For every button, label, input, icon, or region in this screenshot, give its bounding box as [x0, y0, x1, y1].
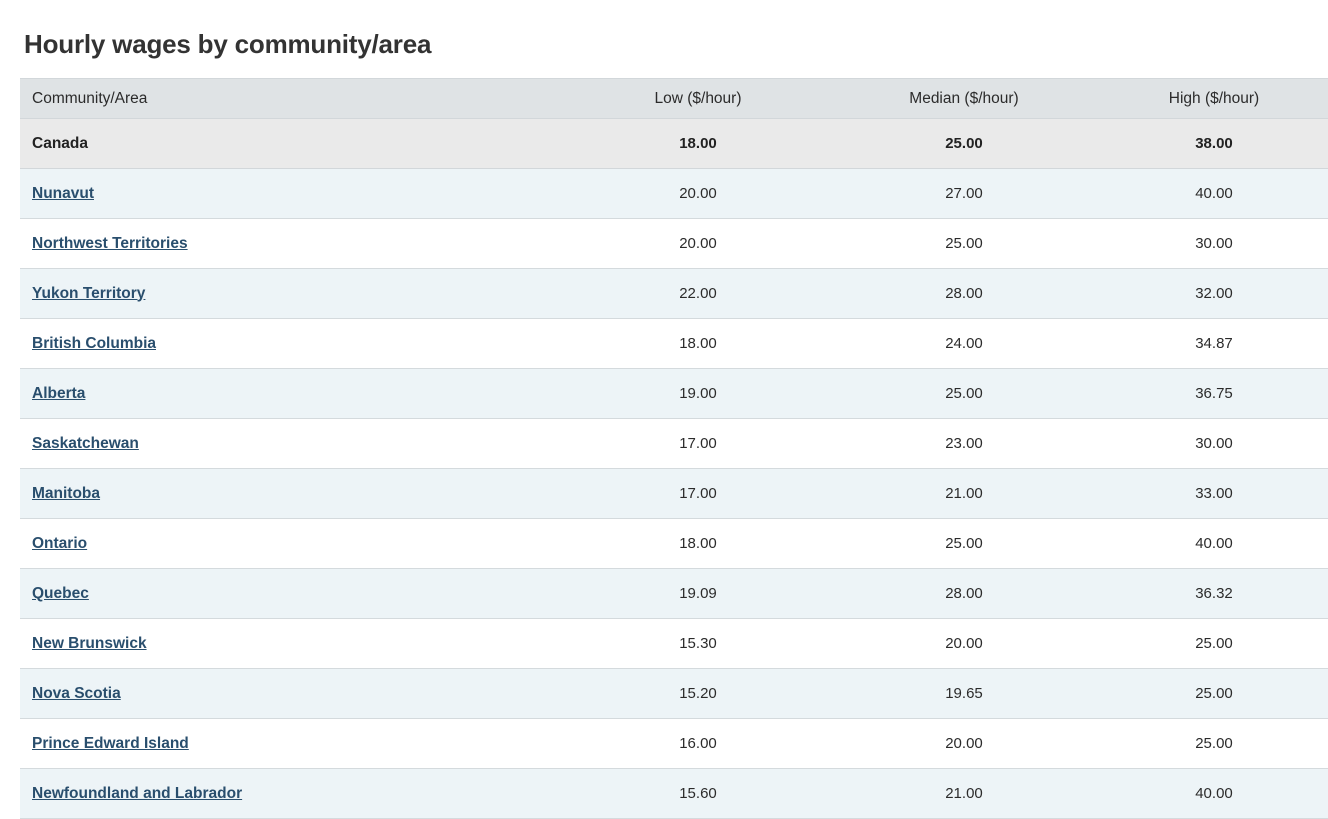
community-area-link[interactable]: Ontario: [32, 535, 87, 552]
table-row: Canada 18.00 25.00 38.00: [20, 118, 1328, 169]
community-area-link[interactable]: Manitoba: [32, 485, 100, 502]
cell-median-wage: 21.00: [828, 768, 1100, 819]
community-area-link[interactable]: Saskatchewan: [32, 435, 139, 452]
cell-community-area: Nova Scotia: [20, 668, 568, 719]
cell-low-wage: 19.00: [568, 368, 828, 419]
table-row: Northwest Territories 20.00 25.00 30.00: [20, 218, 1328, 269]
cell-high-wage: 40.00: [1100, 518, 1328, 569]
cell-median-wage: 25.00: [828, 118, 1100, 169]
cell-median-wage: 20.00: [828, 718, 1100, 769]
cell-low-wage: 20.00: [568, 168, 828, 219]
cell-low-wage: 17.00: [568, 468, 828, 519]
table-row: British Columbia 18.00 24.00 34.87: [20, 318, 1328, 369]
cell-community-area: Alberta: [20, 368, 568, 419]
cell-low-wage: 16.00: [568, 718, 828, 769]
cell-high-wage: 30.00: [1100, 418, 1328, 469]
table-row: Yukon Territory 22.00 28.00 32.00: [20, 268, 1328, 319]
community-area-link[interactable]: British Columbia: [32, 335, 156, 352]
cell-community-area: British Columbia: [20, 318, 568, 369]
cell-high-wage: 25.00: [1100, 718, 1328, 769]
community-area-link[interactable]: Quebec: [32, 585, 89, 602]
community-area-link[interactable]: Alberta: [32, 385, 85, 402]
column-header-low: Low ($/hour): [568, 78, 828, 119]
table-row: Newfoundland and Labrador 15.60 21.00 40.00: [20, 768, 1328, 819]
table-row: Saskatchewan 17.00 23.00 30.00: [20, 418, 1328, 469]
table-header-row: Community/Area Low ($/hour) Median ($/ho…: [20, 78, 1328, 119]
community-area-link[interactable]: Nunavut: [32, 185, 94, 202]
cell-community-area: Nunavut: [20, 168, 568, 219]
cell-community-area: Northwest Territories: [20, 218, 568, 269]
cell-high-wage: 32.00: [1100, 268, 1328, 319]
cell-high-wage: 30.00: [1100, 218, 1328, 269]
cell-high-wage: 34.87: [1100, 318, 1328, 369]
cell-community-area: New Brunswick: [20, 618, 568, 669]
cell-community-area: Quebec: [20, 568, 568, 619]
cell-median-wage: 25.00: [828, 368, 1100, 419]
table-row: Ontario 18.00 25.00 40.00: [20, 518, 1328, 569]
cell-low-wage: 19.09: [568, 568, 828, 619]
cell-median-wage: 28.00: [828, 268, 1100, 319]
cell-low-wage: 20.00: [568, 218, 828, 269]
table-row: Nunavut 20.00 27.00 40.00: [20, 168, 1328, 219]
cell-low-wage: 17.00: [568, 418, 828, 469]
cell-community-area: Canada: [20, 118, 568, 169]
cell-high-wage: 25.00: [1100, 618, 1328, 669]
cell-median-wage: 27.00: [828, 168, 1100, 219]
table-row: Quebec 19.09 28.00 36.32: [20, 568, 1328, 619]
cell-median-wage: 20.00: [828, 618, 1100, 669]
cell-community-area: Prince Edward Island: [20, 718, 568, 769]
community-area-link[interactable]: New Brunswick: [32, 635, 147, 652]
cell-median-wage: 21.00: [828, 468, 1100, 519]
column-header-high: High ($/hour): [1100, 78, 1328, 119]
community-area-link[interactable]: Nova Scotia: [32, 685, 121, 702]
cell-median-wage: 23.00: [828, 418, 1100, 469]
table-header: Community/Area Low ($/hour) Median ($/ho…: [20, 78, 1328, 119]
cell-community-area: Saskatchewan: [20, 418, 568, 469]
community-area-link[interactable]: Yukon Territory: [32, 285, 145, 302]
cell-high-wage: 33.00: [1100, 468, 1328, 519]
column-header-median: Median ($/hour): [828, 78, 1100, 119]
cell-high-wage: 38.00: [1100, 118, 1328, 169]
cell-community-area: Ontario: [20, 518, 568, 569]
cell-low-wage: 18.00: [568, 518, 828, 569]
community-area-link[interactable]: Prince Edward Island: [32, 735, 189, 752]
hourly-wages-table: Community/Area Low ($/hour) Median ($/ho…: [20, 78, 1328, 819]
cell-high-wage: 25.00: [1100, 668, 1328, 719]
table-row: New Brunswick 15.30 20.00 25.00: [20, 618, 1328, 669]
cell-community-area: Manitoba: [20, 468, 568, 519]
cell-low-wage: 22.00: [568, 268, 828, 319]
wage-table-container: Community/Area Low ($/hour) Median ($/ho…: [0, 78, 1328, 819]
cell-low-wage: 15.20: [568, 668, 828, 719]
cell-median-wage: 28.00: [828, 568, 1100, 619]
table-row: Manitoba 17.00 21.00 33.00: [20, 468, 1328, 519]
cell-median-wage: 19.65: [828, 668, 1100, 719]
cell-high-wage: 40.00: [1100, 768, 1328, 819]
page-title: Hourly wages by community/area: [24, 29, 432, 60]
cell-community-area: Yukon Territory: [20, 268, 568, 319]
table-row: Alberta 19.00 25.00 36.75: [20, 368, 1328, 419]
table-row: Prince Edward Island 16.00 20.00 25.00: [20, 718, 1328, 769]
table-body: Canada 18.00 25.00 38.00 Nunavut 20.00 27.00 40…: [20, 118, 1328, 819]
cell-low-wage: 15.30: [568, 618, 828, 669]
column-header-area: Community/Area: [20, 78, 568, 119]
community-area-label: Canada: [32, 134, 88, 152]
cell-community-area: Newfoundland and Labrador: [20, 768, 568, 819]
cell-high-wage: 36.75: [1100, 368, 1328, 419]
community-area-link[interactable]: Northwest Territories: [32, 235, 188, 252]
cell-high-wage: 40.00: [1100, 168, 1328, 219]
cell-low-wage: 15.60: [568, 768, 828, 819]
cell-median-wage: 25.00: [828, 218, 1100, 269]
community-area-link[interactable]: Newfoundland and Labrador: [32, 785, 242, 802]
cell-low-wage: 18.00: [568, 118, 828, 169]
cell-median-wage: 25.00: [828, 518, 1100, 569]
table-row: Nova Scotia 15.20 19.65 25.00: [20, 668, 1328, 719]
cell-low-wage: 18.00: [568, 318, 828, 369]
cell-median-wage: 24.00: [828, 318, 1100, 369]
cell-high-wage: 36.32: [1100, 568, 1328, 619]
